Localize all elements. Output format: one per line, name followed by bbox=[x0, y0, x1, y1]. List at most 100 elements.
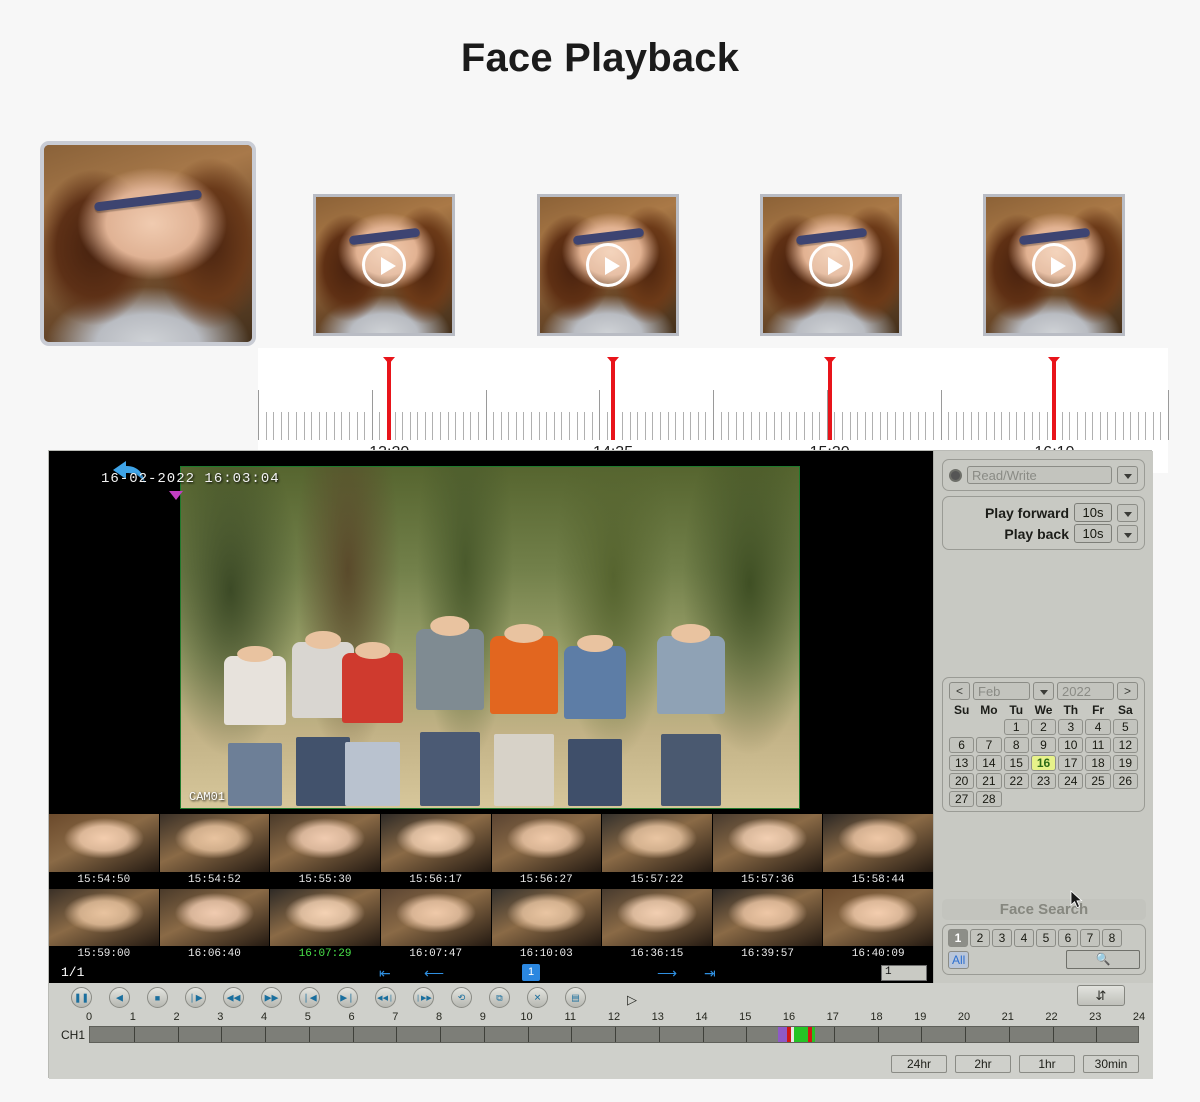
play-forward-value[interactable]: 10s bbox=[1074, 503, 1112, 522]
chevron-down-icon[interactable] bbox=[1033, 682, 1054, 700]
save-button[interactable]: ▤ bbox=[565, 987, 586, 1008]
channel-button-5[interactable]: 5 bbox=[1036, 929, 1056, 947]
timeline-zoom-30min[interactable]: 30min bbox=[1083, 1055, 1139, 1073]
close-button[interactable]: ✕ bbox=[527, 987, 548, 1008]
channel-button-8[interactable]: 8 bbox=[1102, 929, 1122, 947]
channel-button-4[interactable]: 4 bbox=[1014, 929, 1034, 947]
timeline-zoom-1hr[interactable]: 1hr bbox=[1019, 1055, 1075, 1073]
face-result-cell[interactable]: 16:07:29 bbox=[270, 889, 380, 963]
clip-button[interactable]: ⧉ bbox=[489, 987, 510, 1008]
magnifier-icon[interactable]: 🔍 bbox=[1066, 950, 1140, 969]
calendar-day-cell[interactable]: 2 bbox=[1031, 719, 1056, 735]
calendar-day-cell[interactable]: 12 bbox=[1113, 737, 1138, 753]
goto-page-input[interactable]: 1 bbox=[881, 965, 927, 981]
calendar-year-value[interactable]: 2022 bbox=[1057, 682, 1114, 700]
play-icon[interactable] bbox=[809, 243, 853, 287]
calendar-day-cell[interactable]: 5 bbox=[1113, 719, 1138, 735]
face-result-cell[interactable]: 16:06:40 bbox=[160, 889, 270, 963]
ruler-event-marker[interactable] bbox=[828, 358, 832, 440]
calendar-day-cell[interactable]: 15 bbox=[1004, 755, 1029, 771]
face-result-cell[interactable]: 15:55:30 bbox=[270, 814, 380, 888]
fast-forward-button[interactable]: ▶▶ bbox=[261, 987, 282, 1008]
face-result-cell[interactable]: 16:40:09 bbox=[823, 889, 933, 963]
selected-face-portrait[interactable] bbox=[40, 141, 256, 346]
calendar-day-cell[interactable]: 4 bbox=[1085, 719, 1110, 735]
face-result-cell[interactable]: 16:07:47 bbox=[381, 889, 491, 963]
live-video-preview[interactable]: CAM01 bbox=[180, 466, 800, 809]
rewind-button[interactable]: ◀◀ bbox=[223, 987, 244, 1008]
timeline-zoom-24hr[interactable]: 24hr bbox=[891, 1055, 947, 1073]
face-result-cell[interactable]: 15:54:50 bbox=[49, 814, 159, 888]
timeline-track[interactable] bbox=[89, 1026, 1139, 1043]
current-page-badge[interactable]: 1 bbox=[522, 964, 540, 981]
play-icon[interactable] bbox=[362, 243, 406, 287]
chevron-down-icon[interactable] bbox=[1117, 525, 1138, 543]
play-button[interactable]: ❘▶ bbox=[185, 987, 206, 1008]
storage-select-value[interactable]: Read/Write bbox=[967, 466, 1112, 484]
loop-button[interactable]: ⟲ bbox=[451, 987, 472, 1008]
face-result-cell[interactable]: 15:56:27 bbox=[492, 814, 602, 888]
face-result-cell[interactable]: 15:58:44 bbox=[823, 814, 933, 888]
calendar-day-cell[interactable]: 21 bbox=[976, 773, 1001, 789]
channel-button-6[interactable]: 6 bbox=[1058, 929, 1078, 947]
play-icon[interactable] bbox=[586, 243, 630, 287]
calendar-grid[interactable]: SuMoTuWeThFrSa12345678910111213141516171… bbox=[949, 703, 1138, 807]
clip-thumbnail-1[interactable] bbox=[313, 194, 455, 336]
calendar-day-cell[interactable]: 8 bbox=[1004, 737, 1029, 753]
timeline-zoom-2hr[interactable]: 2hr bbox=[955, 1055, 1011, 1073]
face-result-cell[interactable]: 15:59:00 bbox=[49, 889, 159, 963]
timeline-recording-motion[interactable] bbox=[794, 1027, 808, 1042]
chevron-down-icon[interactable] bbox=[1117, 504, 1138, 522]
play-reverse-button[interactable]: ◀ bbox=[109, 987, 130, 1008]
calendar-day-cell[interactable]: 14 bbox=[976, 755, 1001, 771]
first-page-icon[interactable]: ⇤ bbox=[379, 966, 391, 980]
timeline-recording-motion[interactable] bbox=[812, 1027, 816, 1042]
calendar-day-cell[interactable]: 26 bbox=[1113, 773, 1138, 789]
face-result-cell[interactable]: 16:36:15 bbox=[602, 889, 712, 963]
calendar-month-value[interactable]: Feb bbox=[973, 682, 1030, 700]
calendar-day-cell[interactable]: 11 bbox=[1085, 737, 1110, 753]
face-result-cell[interactable]: 15:57:36 bbox=[713, 814, 823, 888]
calendar-day-cell[interactable]: 23 bbox=[1031, 773, 1056, 789]
timeline-zoom-buttons[interactable]: 24hr 2hr 1hr 30min bbox=[891, 1055, 1139, 1073]
calendar-day-cell[interactable]: 3 bbox=[1058, 719, 1083, 735]
face-results-grid[interactable]: 15:54:5015:54:5215:55:3015:56:1715:56:27… bbox=[49, 814, 933, 962]
timeline-recording-smart[interactable] bbox=[778, 1027, 787, 1042]
channel-button-2[interactable]: 2 bbox=[970, 929, 990, 947]
calendar-day-cell[interactable]: 25 bbox=[1085, 773, 1110, 789]
prev-frame-button[interactable]: ❘◀ bbox=[299, 987, 320, 1008]
next-file-button[interactable]: ❘▶▶ bbox=[413, 987, 434, 1008]
calendar-day-cell[interactable]: 17 bbox=[1058, 755, 1083, 771]
channel-button-3[interactable]: 3 bbox=[992, 929, 1012, 947]
calendar-day-cell[interactable]: 13 bbox=[949, 755, 974, 771]
pause-button[interactable]: ❚❚ bbox=[71, 987, 92, 1008]
calendar-day-cell[interactable]: 10 bbox=[1058, 737, 1083, 753]
calendar-day-cell[interactable]: 9 bbox=[1031, 737, 1056, 753]
calendar-day-cell[interactable]: 1 bbox=[1004, 719, 1029, 735]
stop-button[interactable]: ■ bbox=[147, 987, 168, 1008]
radio-filled-icon[interactable] bbox=[949, 469, 962, 482]
clip-thumbnail-3[interactable] bbox=[760, 194, 902, 336]
calendar-day-cell[interactable]: 22 bbox=[1004, 773, 1029, 789]
calendar-day-cell[interactable]: 16 bbox=[1031, 755, 1056, 771]
calendar-day-cell[interactable]: 28 bbox=[976, 791, 1001, 807]
channel-buttons[interactable]: 12345678 bbox=[948, 929, 1140, 947]
calendar-prev-button[interactable]: < bbox=[949, 682, 970, 700]
prev-file-button[interactable]: ◀◀❘ bbox=[375, 987, 396, 1008]
face-result-cell[interactable]: 15:57:22 bbox=[602, 814, 712, 888]
clip-thumbnail-2[interactable] bbox=[537, 194, 679, 336]
prev-page-icon[interactable]: ⟵ bbox=[424, 966, 444, 980]
calendar-next-button[interactable]: > bbox=[1117, 682, 1138, 700]
face-result-cell[interactable]: 15:56:17 bbox=[381, 814, 491, 888]
channel-button-7[interactable]: 7 bbox=[1080, 929, 1100, 947]
play-icon[interactable] bbox=[1032, 243, 1076, 287]
next-page-icon[interactable]: ⟶ bbox=[657, 966, 677, 980]
face-result-cell[interactable]: 16:39:57 bbox=[713, 889, 823, 963]
calendar-day-cell[interactable]: 27 bbox=[949, 791, 974, 807]
channel-button-1[interactable]: 1 bbox=[948, 929, 968, 947]
calendar-day-cell[interactable]: 7 bbox=[976, 737, 1001, 753]
ruler-event-marker[interactable] bbox=[387, 358, 391, 440]
calendar-day-cell[interactable]: 19 bbox=[1113, 755, 1138, 771]
face-result-cell[interactable]: 16:10:03 bbox=[492, 889, 602, 963]
last-page-icon[interactable]: ⇥ bbox=[704, 966, 716, 980]
